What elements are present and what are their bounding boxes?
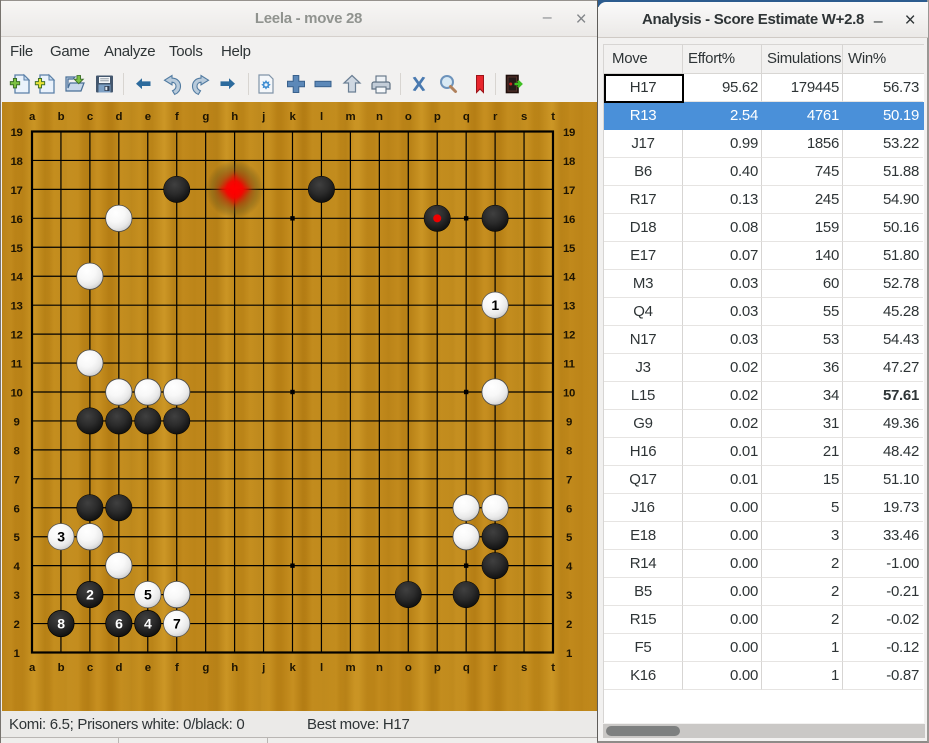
- svg-text:l: l: [320, 662, 323, 674]
- svg-text:d: d: [115, 111, 122, 123]
- svg-text:18: 18: [10, 156, 22, 168]
- svg-text:13: 13: [10, 301, 22, 313]
- svg-text:19: 19: [10, 127, 22, 139]
- svg-text:3: 3: [13, 590, 19, 602]
- svg-text:3: 3: [57, 529, 65, 545]
- svg-text:16: 16: [10, 214, 22, 226]
- svg-text:6: 6: [13, 503, 19, 515]
- svg-text:9: 9: [566, 416, 572, 428]
- svg-text:10: 10: [10, 387, 22, 399]
- svg-text:8: 8: [566, 445, 572, 457]
- svg-text:1: 1: [13, 648, 20, 660]
- svg-text:2: 2: [13, 619, 19, 631]
- svg-text:6: 6: [566, 503, 572, 515]
- svg-text:6: 6: [115, 616, 123, 632]
- svg-text:8: 8: [57, 616, 65, 632]
- svg-text:7: 7: [173, 616, 181, 632]
- svg-text:1: 1: [566, 648, 573, 660]
- svg-text:e: e: [145, 111, 151, 123]
- svg-text:b: b: [58, 662, 65, 674]
- svg-text:12: 12: [10, 330, 22, 342]
- svg-text:5: 5: [13, 532, 20, 544]
- svg-text:5: 5: [566, 532, 573, 544]
- svg-text:4: 4: [566, 561, 573, 573]
- svg-text:15: 15: [10, 243, 23, 255]
- svg-text:f: f: [175, 111, 179, 123]
- svg-text:o: o: [405, 662, 412, 674]
- svg-text:f: f: [175, 662, 179, 674]
- svg-text:3: 3: [566, 590, 572, 602]
- svg-text:1: 1: [491, 297, 499, 313]
- svg-text:j: j: [261, 662, 265, 674]
- svg-text:18: 18: [563, 156, 575, 168]
- svg-text:10: 10: [563, 387, 575, 399]
- svg-text:c: c: [87, 111, 93, 123]
- svg-text:14: 14: [563, 272, 576, 284]
- svg-text:o: o: [405, 111, 412, 123]
- svg-text:q: q: [463, 662, 470, 674]
- svg-text:q: q: [463, 111, 470, 123]
- svg-text:m: m: [345, 111, 355, 123]
- svg-text:19: 19: [563, 127, 575, 139]
- svg-text:d: d: [115, 662, 122, 674]
- svg-text:r: r: [493, 111, 498, 123]
- svg-text:16: 16: [563, 214, 575, 226]
- svg-text:h: h: [231, 111, 238, 123]
- svg-text:n: n: [376, 662, 383, 674]
- svg-text:17: 17: [10, 185, 22, 197]
- svg-text:2: 2: [86, 587, 94, 603]
- svg-text:11: 11: [11, 359, 23, 371]
- svg-text:b: b: [58, 111, 65, 123]
- svg-text:14: 14: [10, 272, 23, 284]
- svg-text:5: 5: [144, 587, 152, 603]
- svg-text:8: 8: [13, 445, 19, 457]
- svg-text:e: e: [145, 662, 151, 674]
- svg-text:a: a: [29, 111, 36, 123]
- svg-text:g: g: [202, 111, 209, 123]
- svg-text:p: p: [434, 111, 441, 123]
- svg-text:m: m: [345, 662, 355, 674]
- svg-text:t: t: [551, 111, 555, 123]
- svg-text:s: s: [521, 662, 527, 674]
- svg-text:7: 7: [566, 474, 572, 486]
- svg-text:k: k: [289, 111, 296, 123]
- svg-text:h: h: [231, 662, 238, 674]
- svg-text:s: s: [521, 111, 527, 123]
- svg-text:l: l: [320, 111, 323, 123]
- svg-text:c: c: [87, 662, 93, 674]
- svg-text:a: a: [29, 662, 36, 674]
- svg-text:p: p: [434, 662, 441, 674]
- svg-text:7: 7: [13, 474, 19, 486]
- svg-text:11: 11: [563, 359, 575, 371]
- svg-text:9: 9: [13, 416, 19, 428]
- svg-text:4: 4: [144, 616, 152, 632]
- svg-text:4: 4: [13, 561, 20, 573]
- svg-text:17: 17: [563, 185, 575, 197]
- svg-text:k: k: [289, 662, 296, 674]
- svg-text:13: 13: [563, 301, 575, 313]
- svg-text:2: 2: [566, 619, 572, 631]
- svg-text:r: r: [493, 662, 498, 674]
- svg-text:12: 12: [563, 330, 575, 342]
- svg-text:15: 15: [563, 243, 576, 255]
- svg-text:g: g: [202, 662, 209, 674]
- svg-text:t: t: [551, 662, 555, 674]
- svg-text:j: j: [261, 111, 265, 123]
- svg-text:n: n: [376, 111, 383, 123]
